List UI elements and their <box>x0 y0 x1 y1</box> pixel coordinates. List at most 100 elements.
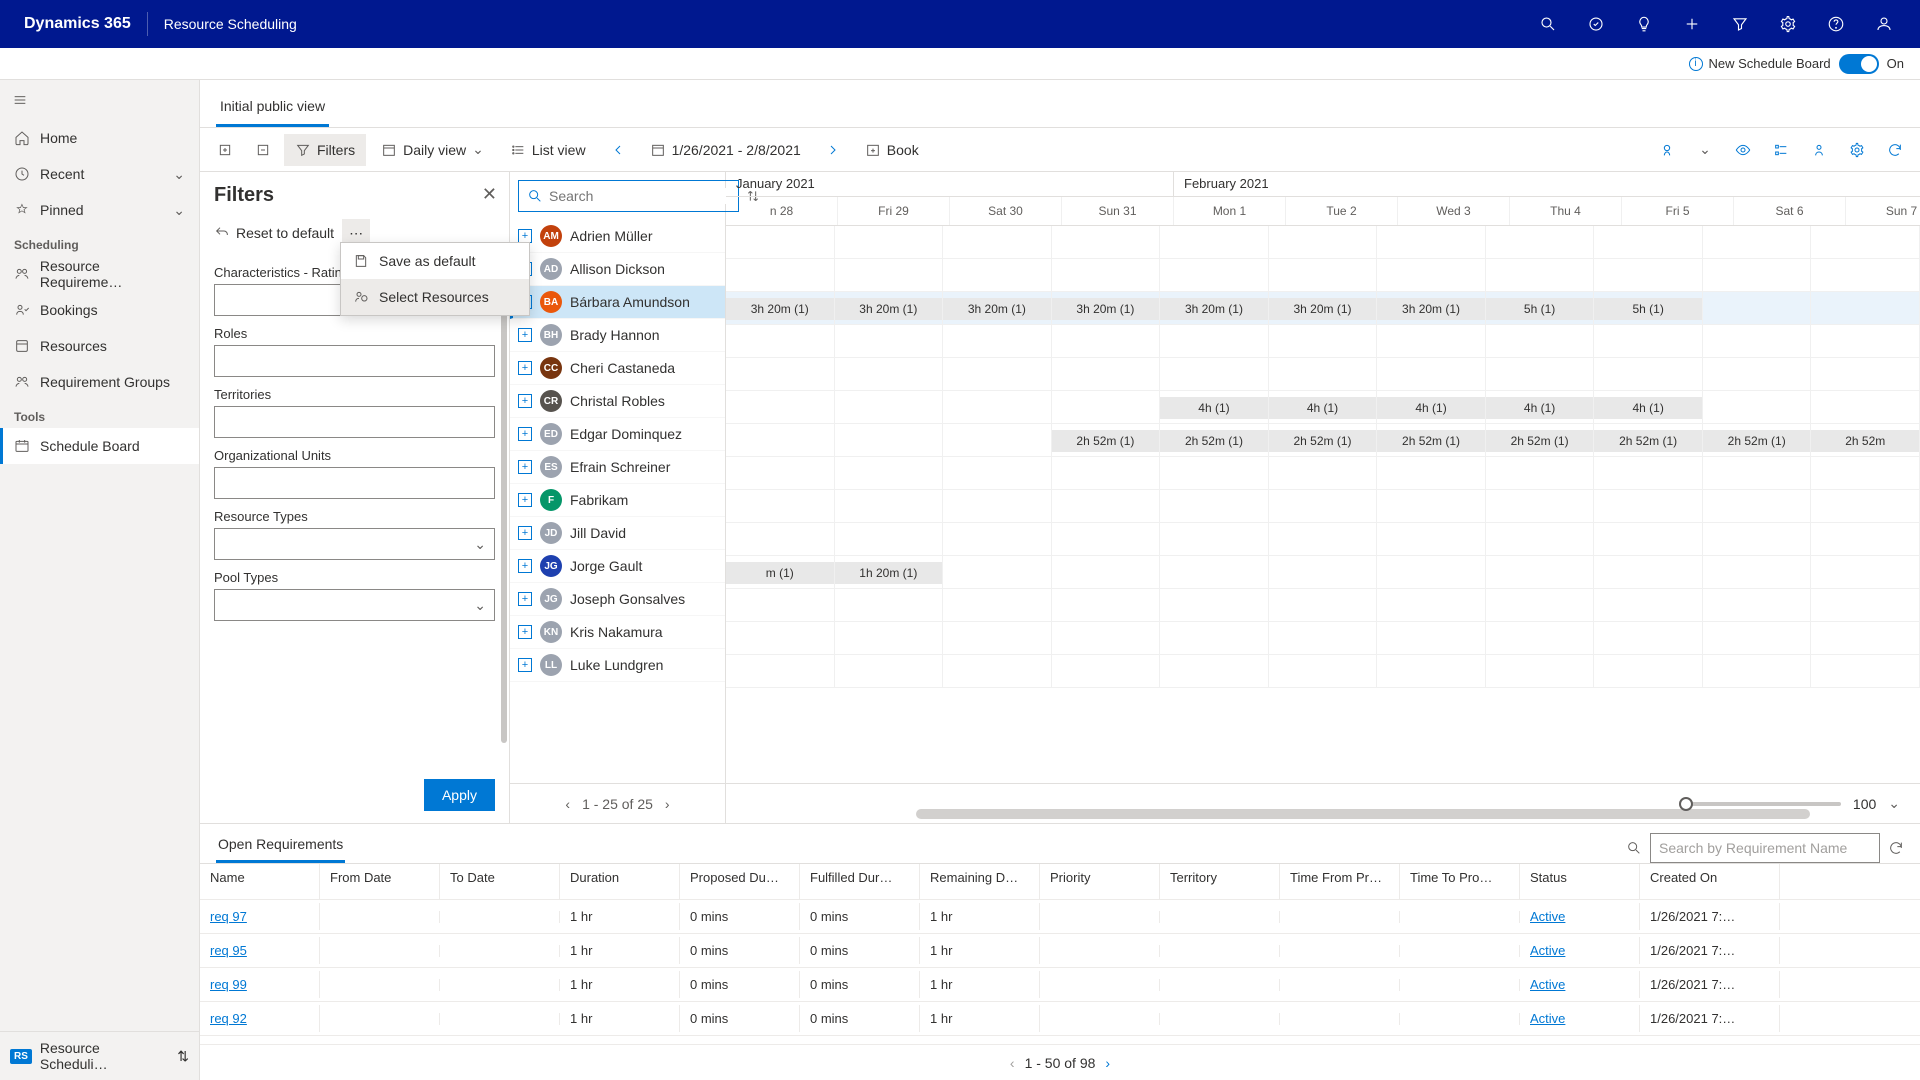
timeline-cell[interactable] <box>1594 259 1703 292</box>
nav-recent[interactable]: Recent <box>0 156 199 192</box>
timeline-cell[interactable] <box>1594 490 1703 523</box>
resource-row[interactable]: +ADAllison Dickson <box>510 253 725 286</box>
col-territory[interactable]: Territory <box>1160 864 1280 899</box>
timeline-cell[interactable] <box>835 622 944 655</box>
date-next-button[interactable] <box>816 134 850 166</box>
nav-home[interactable]: Home <box>0 120 199 156</box>
timeline-cell[interactable] <box>1269 457 1378 490</box>
booking-block[interactable]: 2h 52m (1) <box>1594 430 1702 452</box>
resource-row[interactable]: +BABárbara Amundson <box>510 286 725 319</box>
timeline-cell[interactable] <box>1703 490 1812 523</box>
timeline-cell[interactable] <box>1486 325 1595 358</box>
expand-icon[interactable]: + <box>518 229 532 243</box>
resource-row[interactable]: +JDJill David <box>510 517 725 550</box>
info-icon[interactable]: i <box>1689 57 1703 71</box>
timeline-cell[interactable] <box>1377 556 1486 589</box>
collapse-rows-button[interactable] <box>246 134 280 166</box>
timeline-cell[interactable] <box>1160 226 1269 259</box>
timeline-cell[interactable] <box>1811 523 1920 556</box>
timeline-cell[interactable] <box>1160 622 1269 655</box>
timeline-cell[interactable] <box>835 259 944 292</box>
expand-icon[interactable]: + <box>518 625 532 639</box>
timeline-cell[interactable]: 4h (1) <box>1377 391 1486 424</box>
timeline-cell[interactable] <box>1269 226 1378 259</box>
booking-block[interactable]: 3h 20m (1) <box>1269 298 1377 320</box>
tab-open-requirements[interactable]: Open Requirements <box>216 828 345 863</box>
timeline-cell[interactable] <box>835 424 944 457</box>
timeline-cell[interactable] <box>835 490 944 523</box>
timeline-row[interactable] <box>726 589 1920 622</box>
expand-icon[interactable]: + <box>518 361 532 375</box>
timeline-cell[interactable] <box>943 424 1052 457</box>
booking-block[interactable]: 3h 20m (1) <box>1377 298 1485 320</box>
expand-icon[interactable]: + <box>518 526 532 540</box>
timeline-cell[interactable]: 2h 52m (1) <box>1269 424 1378 457</box>
date-range-picker[interactable]: 1/26/2021 - 2/8/2021 <box>639 134 812 166</box>
timeline-cell[interactable] <box>1377 358 1486 391</box>
timeline-row[interactable] <box>726 358 1920 391</box>
timeline-cell[interactable] <box>1486 490 1595 523</box>
expand-icon[interactable]: + <box>518 394 532 408</box>
timeline-day-header[interactable]: Sat 6 <box>1734 197 1846 225</box>
timeline-cell[interactable] <box>1377 325 1486 358</box>
timeline-cell[interactable]: m (1) <box>726 556 835 589</box>
search-icon[interactable] <box>1524 0 1572 48</box>
timeline-cell[interactable] <box>726 655 835 688</box>
timeline-cell[interactable] <box>1811 358 1920 391</box>
timeline-cell[interactable] <box>1160 490 1269 523</box>
profile-icon[interactable] <box>1860 0 1908 48</box>
timeline-cell[interactable] <box>1811 655 1920 688</box>
requirement-search-input[interactable]: Search by Requirement Name <box>1650 833 1880 863</box>
timeline-cell[interactable] <box>1703 325 1812 358</box>
driving-icon[interactable] <box>1802 134 1836 166</box>
booking-block[interactable]: 1h 20m (1) <box>835 562 943 584</box>
pager-next-icon[interactable]: › <box>665 796 670 812</box>
nav-bookings[interactable]: Bookings <box>0 292 199 328</box>
org-units-input[interactable] <box>214 467 495 499</box>
timeline-cell[interactable] <box>1811 391 1920 424</box>
status-link[interactable]: Active <box>1530 909 1565 924</box>
timeline-row[interactable]: 4h (1)4h (1)4h (1)4h (1)4h (1) <box>726 391 1920 424</box>
resource-row[interactable]: +AMAdrien Müller <box>510 220 725 253</box>
timeline-day-header[interactable]: Sun 7 <box>1846 197 1920 225</box>
timeline-cell[interactable] <box>835 358 944 391</box>
timeline-cell[interactable] <box>943 523 1052 556</box>
timeline-cell[interactable] <box>1052 589 1161 622</box>
menu-select-resources[interactable]: Select Resources <box>341 279 529 315</box>
timeline-cell[interactable] <box>1052 457 1161 490</box>
timeline-cell[interactable] <box>1052 622 1161 655</box>
timeline-cell[interactable] <box>835 589 944 622</box>
timeline-cell[interactable] <box>1377 226 1486 259</box>
timeline-cell[interactable] <box>1377 457 1486 490</box>
requirement-link[interactable]: req 95 <box>210 943 247 958</box>
timeline-cell[interactable] <box>1703 556 1812 589</box>
timeline-cell[interactable] <box>835 325 944 358</box>
timeline-cell[interactable] <box>943 457 1052 490</box>
booking-block[interactable]: 3h 20m (1) <box>835 298 943 320</box>
timeline-cell[interactable] <box>1594 655 1703 688</box>
pager-prev-icon[interactable]: ‹ <box>565 796 570 812</box>
timeline-cell[interactable] <box>1703 259 1812 292</box>
timeline-row[interactable]: 2h 52m (1)2h 52m (1)2h 52m (1)2h 52m (1)… <box>726 424 1920 457</box>
timeline-cell[interactable] <box>1052 325 1161 358</box>
timeline-cell[interactable] <box>1269 325 1378 358</box>
timeline-row[interactable] <box>726 622 1920 655</box>
timeline-cell[interactable] <box>1269 589 1378 622</box>
requirement-row[interactable]: req 991 hr0 mins0 mins1 hrActive1/26/202… <box>200 968 1920 1002</box>
timeline-cell[interactable] <box>1811 556 1920 589</box>
booking-block[interactable]: 2h 52m <box>1811 430 1919 452</box>
col-time-from[interactable]: Time From Pr… <box>1280 864 1400 899</box>
booking-block[interactable]: 2h 52m (1) <box>1703 430 1811 452</box>
timeline-day-header[interactable]: Wed 3 <box>1398 197 1510 225</box>
timeline-cell[interactable] <box>1703 226 1812 259</box>
timeline-cell[interactable] <box>943 325 1052 358</box>
timeline-cell[interactable]: 4h (1) <box>1594 391 1703 424</box>
timeline-row[interactable] <box>726 325 1920 358</box>
chevron-down-icon[interactable] <box>1888 795 1900 812</box>
booking-block[interactable]: 2h 52m (1) <box>1269 430 1377 452</box>
timeline-row[interactable] <box>726 259 1920 292</box>
timeline-row[interactable] <box>726 655 1920 688</box>
timeline-cell[interactable] <box>726 226 835 259</box>
timeline-cell[interactable] <box>1703 655 1812 688</box>
daily-view-button[interactable]: Daily view <box>370 134 495 166</box>
